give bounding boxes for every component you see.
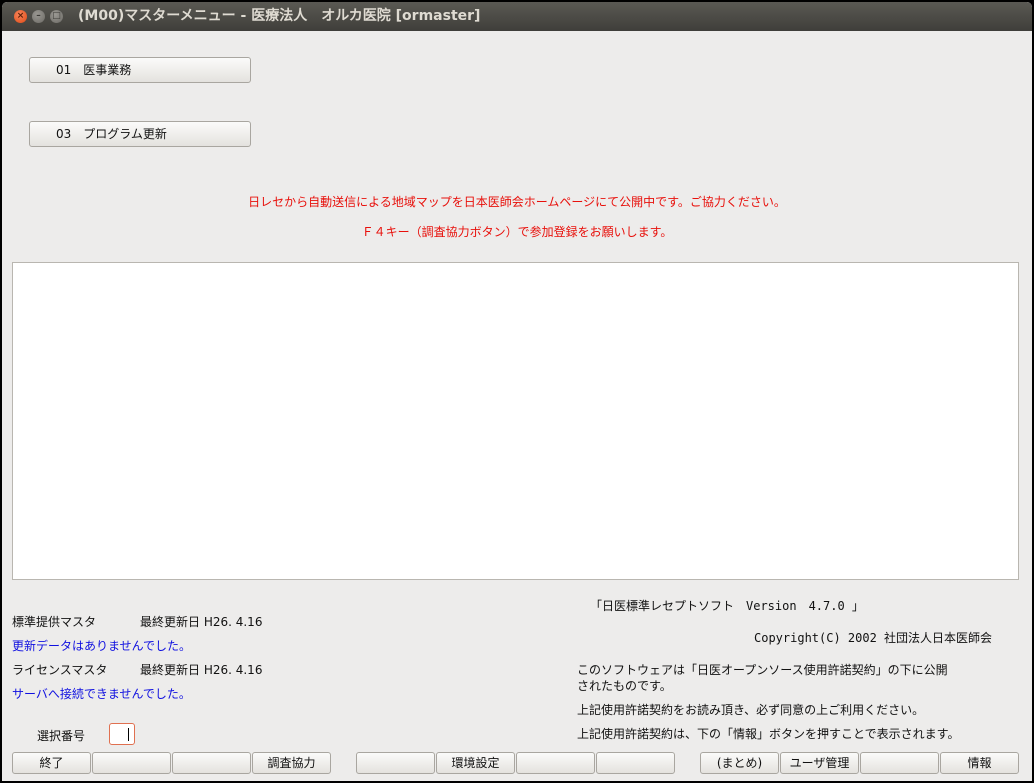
copyright-text: Copyright(C) 2002 社団法人日本医師会 (754, 631, 993, 645)
menu-button-medical-affairs[interactable]: 01 医事業務 (29, 57, 251, 83)
f12-info-button[interactable]: 情報 (940, 752, 1019, 774)
std-master-message: 更新データはありませんでした。 (12, 639, 192, 653)
f3-button[interactable] (172, 752, 251, 774)
f2-button[interactable] (92, 752, 171, 774)
f4-survey-button[interactable]: 調査協力 (252, 752, 331, 774)
title-bar: × – □ (M00)マスターメニュー - 医療法人 オルカ医院 [ormast… (2, 2, 1032, 31)
minimize-icon[interactable]: – (32, 10, 45, 23)
notice-line-2: Ｆ４キー（調査協力ボタン）で参加登録をお願いします。 (361, 225, 673, 239)
version-text: 「日医標準レセプトソフト Version 4.7.0 」 (590, 599, 864, 613)
window-title: (M00)マスターメニュー - 医療法人 オルカ医院 [ormaster] (78, 8, 481, 24)
f9-summary-button[interactable]: (まとめ) (700, 752, 779, 774)
menu-button-program-update[interactable]: 03 プログラム更新 (29, 121, 251, 147)
f11-button[interactable] (860, 752, 939, 774)
f1-exit-button[interactable]: 終了 (12, 752, 91, 774)
license-text-1: このソフトウェアは「日医オープンソース使用許諾契約」の下に公開 (577, 663, 948, 677)
std-master-updated: 最終更新日 H26. 4.16 (140, 615, 263, 629)
f10-user-admin-button[interactable]: ユーザ管理 (780, 752, 859, 774)
notice-line-1: 日レセから自動送信による地域マップを日本医師会ホームページにて公開中です。ご協力… (248, 195, 786, 209)
f5-button[interactable] (356, 752, 435, 774)
f7-button[interactable] (516, 752, 595, 774)
f8-button[interactable] (596, 752, 675, 774)
app-window: × – □ (M00)マスターメニュー - 医療法人 オルカ医院 [ormast… (2, 2, 1032, 781)
selection-label: 選択番号 (37, 729, 86, 743)
license-master-message: サーバへ接続できませんでした。 (12, 687, 191, 701)
license-text-4: 上記使用許諾契約は、下の「情報」ボタンを押すことで表示されます。 (577, 727, 960, 741)
license-master-label: ライセンスマスタ (12, 663, 108, 677)
std-master-label: 標準提供マスタ (12, 615, 97, 629)
maximize-icon[interactable]: □ (50, 10, 63, 23)
selection-number-input[interactable] (109, 723, 135, 745)
license-master-updated: 最終更新日 H26. 4.16 (140, 663, 263, 677)
text-caret (128, 728, 129, 741)
license-text-2: されたものです。 (577, 679, 672, 693)
license-text-3: 上記使用許諾契約をお読み頂き、必ず同意の上ご利用ください。 (577, 703, 925, 717)
close-icon[interactable]: × (14, 10, 27, 23)
f6-settings-button[interactable]: 環境設定 (436, 752, 515, 774)
message-panel (12, 262, 1019, 580)
